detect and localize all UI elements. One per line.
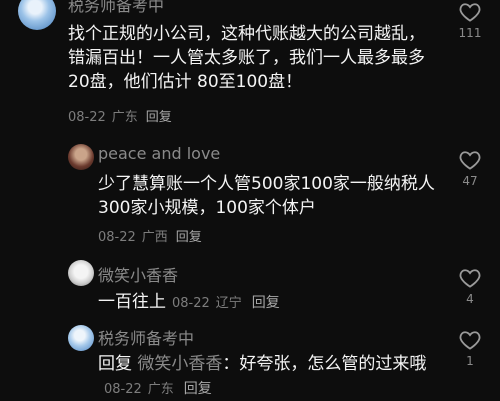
comment-date: 08-22 [68, 110, 106, 125]
heart-outline-icon [459, 331, 481, 350]
reply-button[interactable]: 回复 [252, 295, 280, 311]
comment-username[interactable]: 税务师备考中 [68, 0, 164, 16]
mention-link[interactable]: 微笑小香香 [137, 354, 222, 374]
reply-location: 广东 [147, 382, 174, 397]
reply-text-content: 一百往上 [98, 292, 166, 312]
reply-date: 08-22 [172, 296, 210, 311]
like-button[interactable]: 4 [450, 268, 490, 306]
reply-text: 少了慧算账一个人管500家100家一般纳税人300家小规模，100家个体户 [98, 174, 435, 218]
heart-outline-icon [459, 151, 481, 170]
comment-location: 广东 [111, 110, 138, 125]
like-count: 111 [458, 26, 482, 40]
reply-meta: 08-22 广东 回复 [104, 381, 212, 397]
avatar[interactable] [68, 144, 94, 170]
like-count: 47 [462, 174, 478, 188]
reply-username[interactable]: 税务师备考中 [98, 325, 194, 349]
reply-meta: 08-22 辽宁 回复 [172, 295, 280, 311]
like-button[interactable]: 111 [450, 2, 490, 40]
like-count: 4 [466, 292, 474, 306]
avatar[interactable] [68, 260, 94, 286]
reply-prefix: 回复 [98, 354, 132, 374]
reply-username[interactable]: peace and love [98, 144, 220, 163]
comment-meta: 08-22 广东 回复 [68, 106, 172, 125]
reply-button[interactable]: 回复 [146, 110, 172, 125]
reply-button[interactable]: 回复 [176, 230, 202, 245]
like-count: 1 [466, 354, 474, 368]
reply-text-content: ：好夸张，怎么管的过来哦 [222, 354, 427, 374]
reply-date: 08-22 [98, 230, 136, 245]
heart-outline-icon [459, 269, 481, 288]
like-button[interactable]: 1 [450, 330, 490, 368]
reply-date: 08-22 [104, 382, 142, 397]
reply-text: 回复 微笑小香香：好夸张，怎么管的过来哦 08-22 广东 回复 [98, 352, 440, 401]
comment-text: 找个正规的小公司，这种代账越大的公司越乱，错漏百出！一人管太多账了，我们一人最多… [68, 24, 425, 92]
avatar[interactable] [68, 325, 94, 351]
avatar[interactable] [18, 0, 56, 30]
reply-text: 一百往上 08-22 辽宁 回复 [98, 290, 440, 316]
reply-button[interactable]: 回复 [184, 381, 212, 397]
comment-thread: 税务师备考中 找个正规的小公司，这种代账越大的公司越乱，错漏百出！一人管太多账了… [0, 0, 500, 401]
reply-username[interactable]: 微笑小香香 [98, 262, 178, 286]
heart-outline-icon [459, 3, 481, 22]
reply-meta: 08-22 广西 回复 [98, 226, 202, 245]
reply-location: 广西 [141, 230, 168, 245]
reply-location: 辽宁 [215, 296, 242, 311]
like-button[interactable]: 47 [450, 150, 490, 188]
